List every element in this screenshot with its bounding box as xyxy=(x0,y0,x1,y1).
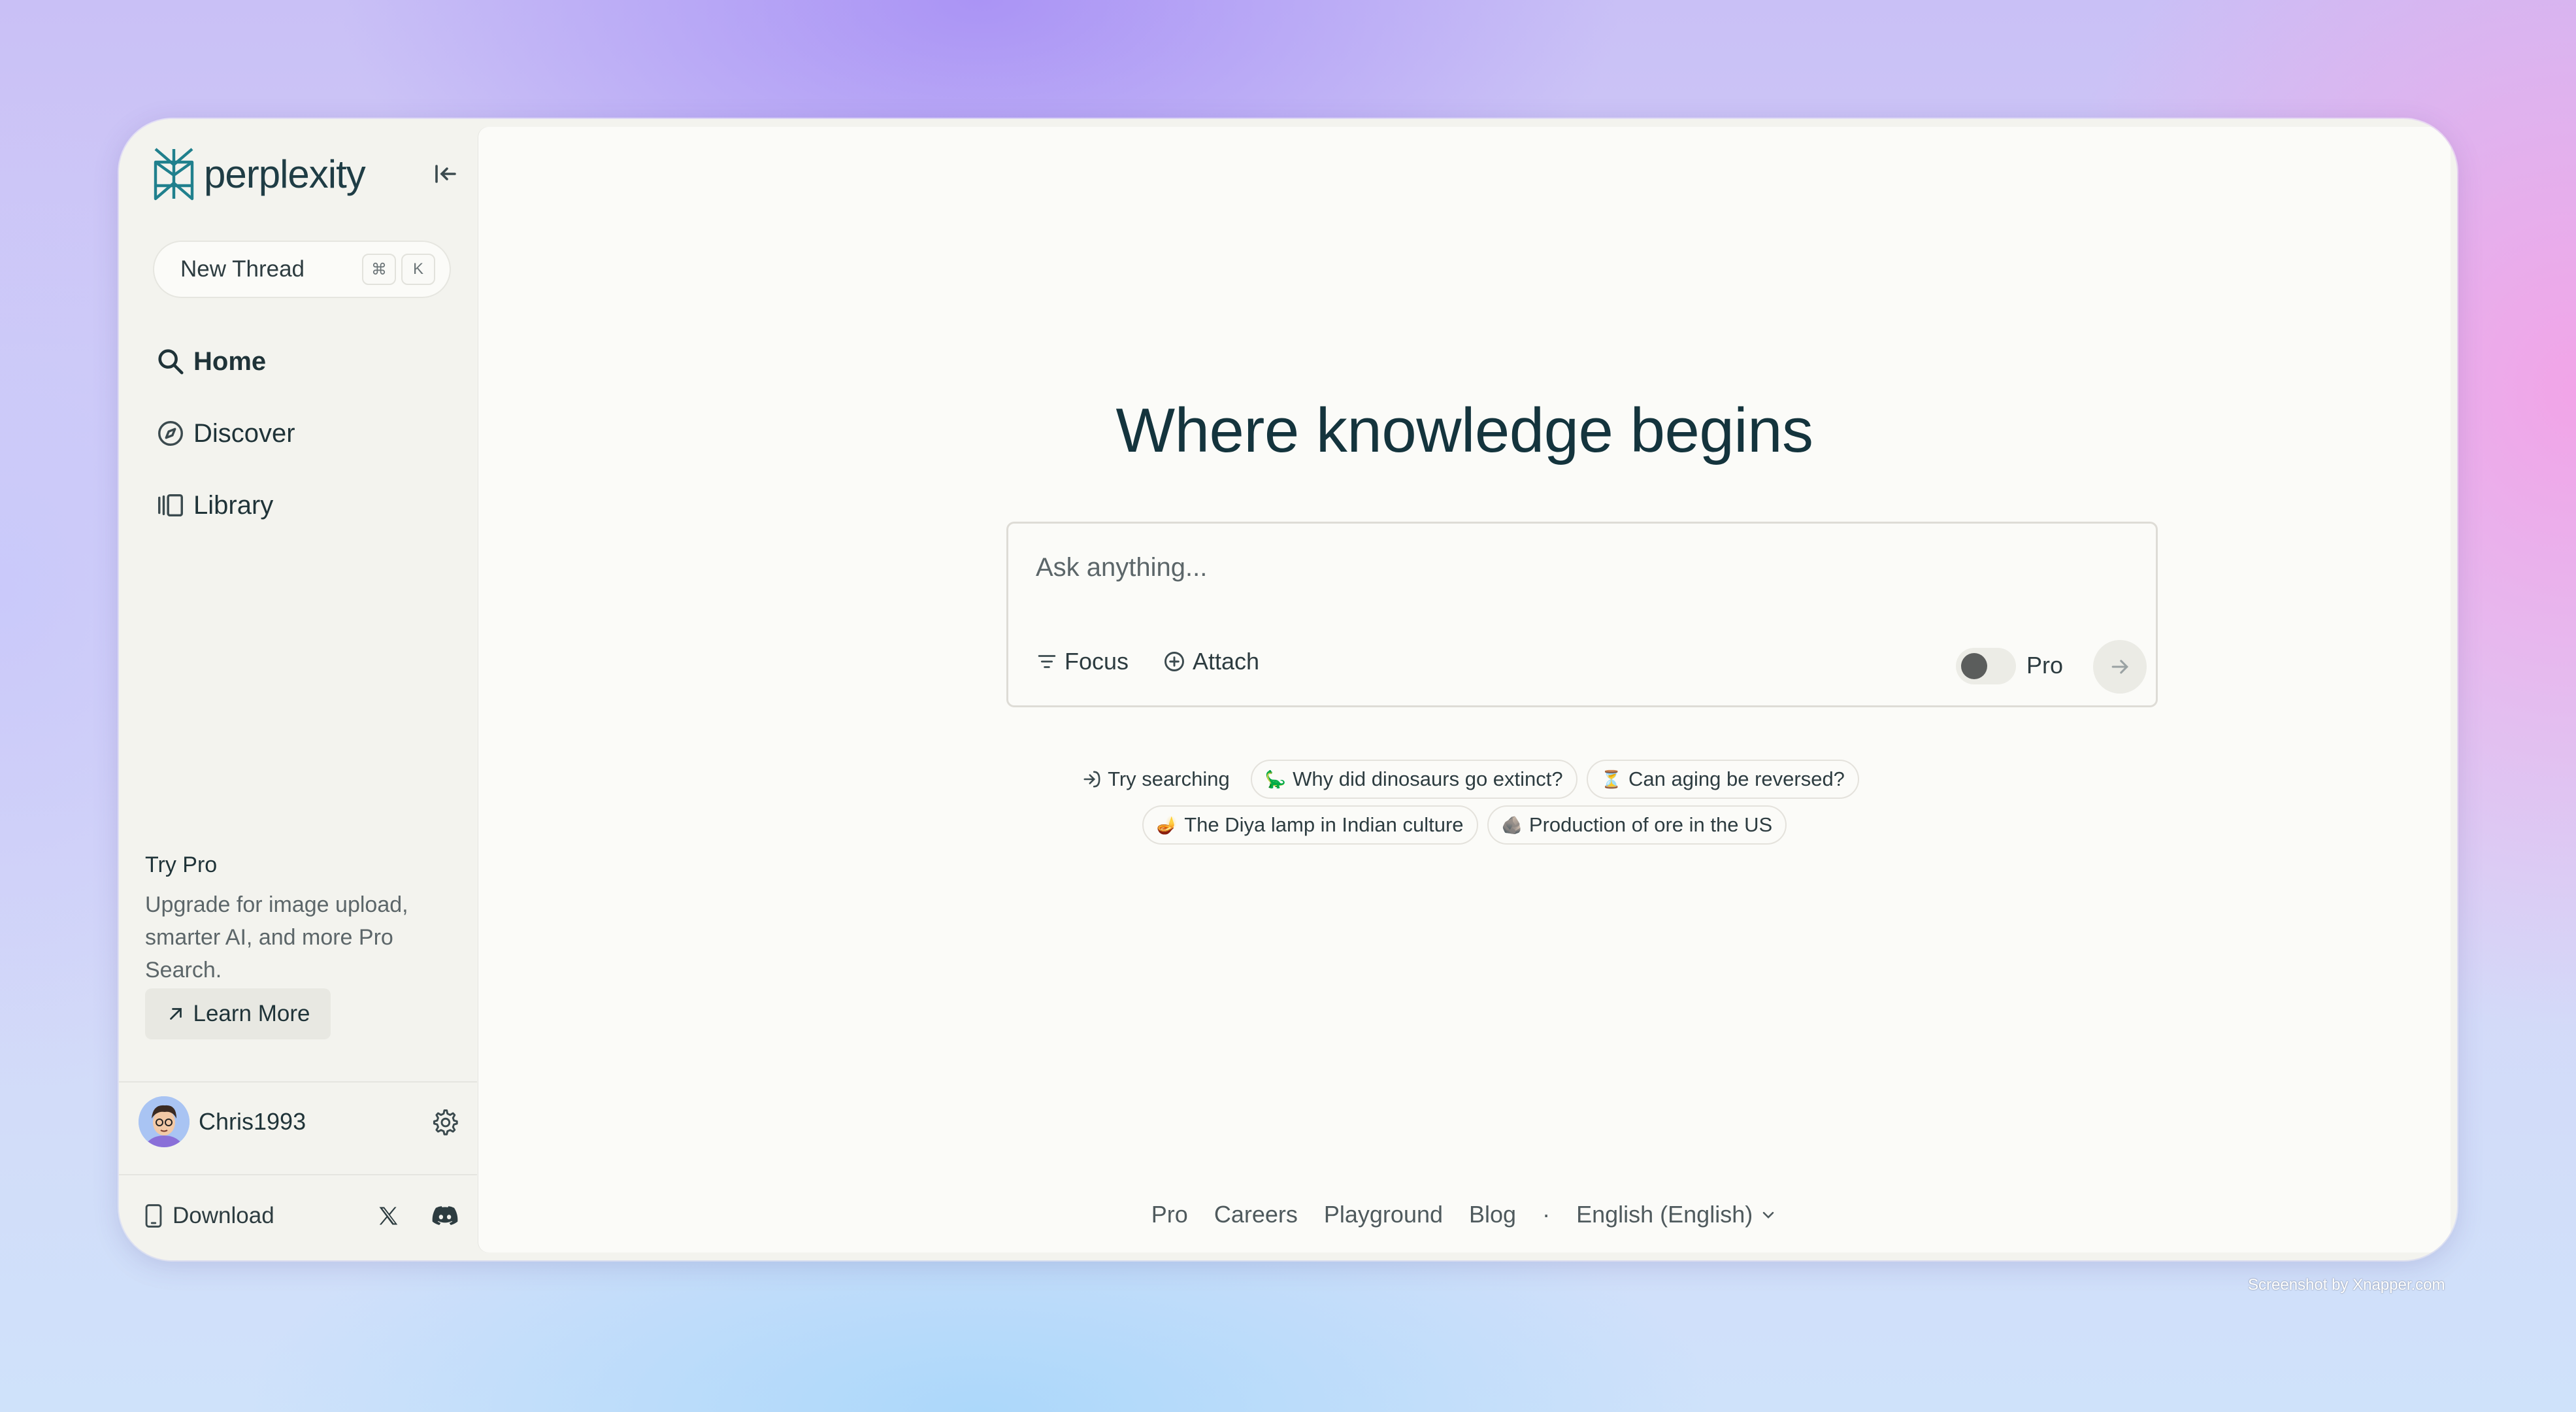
perplexity-logo-icon xyxy=(154,148,194,201)
focus-button[interactable]: Focus xyxy=(1036,648,1129,675)
main-panel: Where knowledge begins Focus Attach Pro xyxy=(478,127,2451,1252)
filter-icon xyxy=(1038,655,1056,668)
arrow-up-right-icon xyxy=(169,1008,182,1020)
compass-icon xyxy=(158,421,183,446)
search-box: Focus Attach Pro xyxy=(1006,522,2158,707)
suggestion-chip[interactable]: 🪔 The Diya lamp in Indian culture xyxy=(1142,805,1478,845)
avatar-image xyxy=(139,1096,190,1147)
search-input[interactable] xyxy=(1034,547,1952,588)
sidebar-item-home[interactable]: Home xyxy=(156,346,266,377)
sidebar: perplexity New Thread ⌘ K Home Discover xyxy=(119,119,477,1260)
x-twitter-icon[interactable] xyxy=(376,1204,400,1228)
footer-link-pro[interactable]: Pro xyxy=(1151,1201,1188,1228)
attach-label: Attach xyxy=(1193,648,1260,675)
pro-label: Pro xyxy=(2026,652,2064,679)
suggestion-chip[interactable]: 🪨 Production of ore in the US xyxy=(1487,805,1787,845)
arrow-into-icon xyxy=(1083,771,1100,788)
rock-icon: 🪨 xyxy=(1501,815,1523,835)
suggestion-label: Why did dinosaurs go extinct? xyxy=(1293,767,1563,790)
pro-toggle[interactable] xyxy=(1956,648,2016,684)
try-searching-text: Try searching xyxy=(1108,767,1230,790)
try-pro-description: Upgrade for image upload, smarter AI, an… xyxy=(145,892,408,983)
page-title: Where knowledge begins xyxy=(1115,395,1813,465)
shortcut-key-cmd: ⌘ xyxy=(362,254,396,285)
dinosaur-icon: 🦕 xyxy=(1264,769,1287,789)
language-selector[interactable]: English (English) xyxy=(1576,1201,1777,1228)
suggestions-row-1: Try searching 🦕 Why did dinosaurs go ext… xyxy=(478,760,2451,799)
footer-links: Pro Careers Playground Blog · English (E… xyxy=(478,1201,2451,1228)
new-thread-label: New Thread xyxy=(180,256,305,282)
discord-icon[interactable] xyxy=(431,1205,459,1227)
hourglass-icon: ⏳ xyxy=(1600,769,1623,789)
suggestions-row-2: 🪔 The Diya lamp in Indian culture 🪨 Prod… xyxy=(478,805,2451,845)
avatar[interactable] xyxy=(139,1096,190,1147)
focus-label: Focus xyxy=(1065,648,1129,675)
username[interactable]: Chris1993 xyxy=(199,1108,430,1135)
suggestion-label: Production of ore in the US xyxy=(1528,813,1773,836)
sidebar-item-label: Discover xyxy=(193,418,295,448)
attach-button[interactable]: Attach xyxy=(1163,648,1259,675)
footer-link-playground[interactable]: Playground xyxy=(1324,1201,1443,1228)
divider xyxy=(119,1174,477,1175)
sidebar-item-label: Home xyxy=(193,346,267,376)
pro-toggle-knob xyxy=(1961,653,1987,679)
user-row: Chris1993 xyxy=(139,1096,459,1148)
plus-circle-icon xyxy=(1164,652,1184,671)
collapse-sidebar-button[interactable] xyxy=(431,160,460,188)
search-icon xyxy=(158,349,184,375)
download-link[interactable]: Download xyxy=(173,1203,376,1229)
footer-link-careers[interactable]: Careers xyxy=(1214,1201,1298,1228)
chevron-down-icon xyxy=(1762,1211,1774,1219)
sidebar-item-discover[interactable]: Discover xyxy=(156,418,295,448)
suggestion-chip[interactable]: 🦕 Why did dinosaurs go extinct? xyxy=(1250,760,1577,799)
footer-separator: · xyxy=(1542,1201,1551,1228)
logo-text: perplexity xyxy=(204,152,366,196)
try-searching-label: Try searching xyxy=(1070,760,1242,799)
watermark: Screenshot by Xnapper.com xyxy=(2248,1276,2445,1294)
divider xyxy=(119,1081,477,1083)
footer-link-blog[interactable]: Blog xyxy=(1469,1201,1516,1228)
new-thread-button[interactable]: New Thread ⌘ K xyxy=(153,241,451,298)
logo[interactable]: perplexity xyxy=(150,146,366,201)
phone-icon xyxy=(145,1204,162,1228)
try-pro-panel: Try Pro Upgrade for image upload, smarte… xyxy=(145,852,446,986)
library-icon xyxy=(158,494,183,517)
suggestion-label: The Diya lamp in Indian culture xyxy=(1184,813,1464,836)
collapse-icon xyxy=(435,165,456,183)
language-label: English (English) xyxy=(1576,1201,1753,1228)
sidebar-item-label: Library xyxy=(193,490,274,520)
try-pro-title: Try Pro xyxy=(145,852,218,877)
suggestion-label: Can aging be reversed? xyxy=(1628,767,1845,790)
sidebar-footer: Download xyxy=(142,1196,459,1236)
gear-icon[interactable] xyxy=(430,1107,459,1136)
sidebar-item-library[interactable]: Library xyxy=(156,490,273,520)
submit-button[interactable] xyxy=(2093,640,2147,694)
learn-more-label: Learn More xyxy=(193,1001,310,1026)
diya-lamp-icon: 🪔 xyxy=(1156,815,1178,835)
suggestion-chip[interactable]: ⏳ Can aging be reversed? xyxy=(1586,760,1859,799)
app-window: perplexity New Thread ⌘ K Home Discover xyxy=(119,119,2457,1260)
arrow-right-icon xyxy=(2111,660,2128,674)
shortcut-key-k: K xyxy=(401,254,435,285)
learn-more-button[interactable]: Learn More xyxy=(145,988,331,1039)
